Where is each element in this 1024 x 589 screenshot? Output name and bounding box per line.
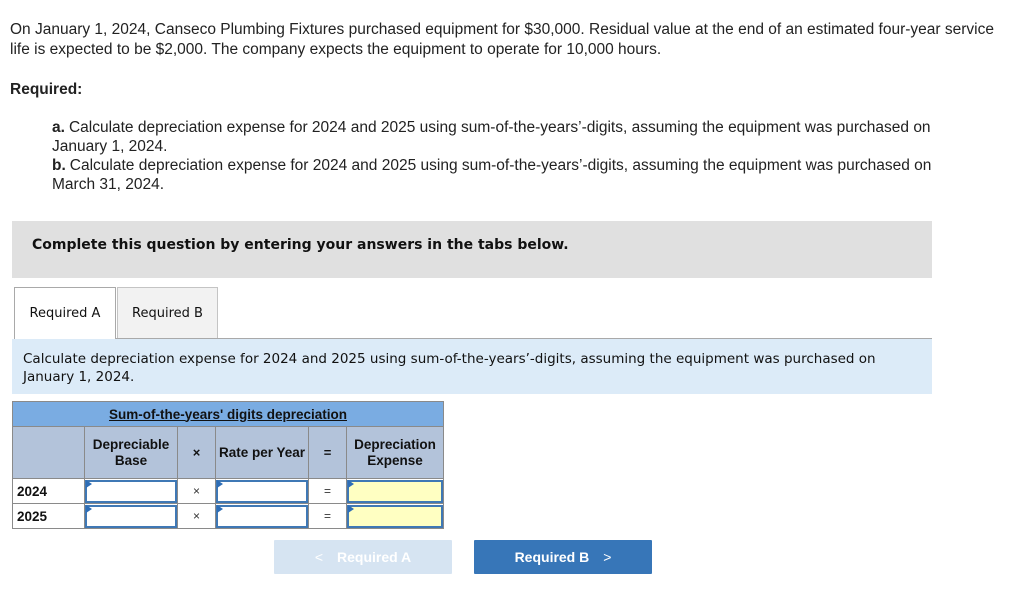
table-row: 2025 × = [12, 503, 444, 529]
next-button-label: Required B [514, 549, 590, 565]
requirement-text: Calculate depreciation expense for 2024 … [69, 157, 932, 174]
depreciable-base-cell [84, 503, 178, 529]
next-required-b-button[interactable]: Required B > [474, 540, 652, 574]
row-year: 2025 [12, 503, 85, 529]
tab-required-b[interactable]: Required B [117, 287, 218, 338]
depreciation-expense-input-2024[interactable] [347, 479, 443, 503]
requirement-text-continued: January 1, 2024. [52, 138, 168, 155]
requirement-a: a. Calculate depreciation expense for 202… [52, 118, 1012, 156]
header-equals: = [308, 426, 347, 479]
times-sign: × [177, 478, 216, 504]
requirement-text: Calculate depreciation expense for 2024 … [68, 119, 931, 136]
requirement-b: b. Calculate depreciation expense for 202… [52, 156, 1012, 194]
problem-intro: On January 1, 2024, Canseco Plumbing Fix… [10, 21, 994, 58]
header-depreciable-base: Depreciable Base [84, 426, 178, 479]
rate-per-year-input-2025[interactable] [216, 504, 308, 528]
depreciation-table: Sum-of-the-years' digits depreciation De… [12, 401, 444, 529]
table-title: Sum-of-the-years' digits depreciation [12, 401, 444, 427]
rate-cell [215, 478, 309, 504]
table-row: 2024 × = [12, 478, 444, 504]
rate-cell [215, 503, 309, 529]
requirement-text-continued: March 31, 2024. [52, 176, 165, 193]
instructions-text: Complete this question by entering your … [32, 237, 569, 253]
tab-label: Required B [132, 305, 203, 321]
table-header-row: Depreciable Base × Rate per Year = Depre… [12, 426, 444, 479]
chevron-left-icon: < [314, 549, 324, 565]
expense-cell [346, 503, 444, 529]
instructions-box: Complete this question by entering your … [12, 221, 932, 278]
prev-button-label: Required A [337, 549, 412, 565]
depreciable-base-input-2025[interactable] [85, 504, 177, 528]
header-empty [12, 426, 85, 479]
times-sign: × [177, 503, 216, 529]
requirement-letter: a. [52, 119, 65, 136]
prev-required-a-button[interactable]: < Required A [274, 540, 452, 574]
equals-sign: = [308, 503, 347, 529]
tab-instruction-text: Calculate depreciation expense for 2024 … [23, 351, 876, 385]
header-rate-per-year: Rate per Year [215, 426, 309, 479]
requirements-list: a. Calculate depreciation expense for 202… [52, 118, 1012, 194]
tab-required-a[interactable]: Required A [14, 287, 116, 339]
header-depreciation-expense: Depreciation Expense [346, 426, 444, 479]
requirement-letter: b. [52, 157, 66, 174]
tab-label: Required A [29, 306, 101, 321]
depreciation-expense-input-2025[interactable] [347, 504, 443, 528]
equals-sign: = [308, 478, 347, 504]
header-times: × [177, 426, 216, 479]
rate-per-year-input-2024[interactable] [216, 479, 308, 503]
depreciable-base-cell [84, 478, 178, 504]
row-year: 2024 [12, 478, 85, 504]
tab-instruction-panel: Calculate depreciation expense for 2024 … [12, 339, 932, 394]
chevron-right-icon: > [603, 549, 612, 565]
required-heading: Required: [10, 81, 83, 98]
expense-cell [346, 478, 444, 504]
depreciable-base-input-2024[interactable] [85, 479, 177, 503]
